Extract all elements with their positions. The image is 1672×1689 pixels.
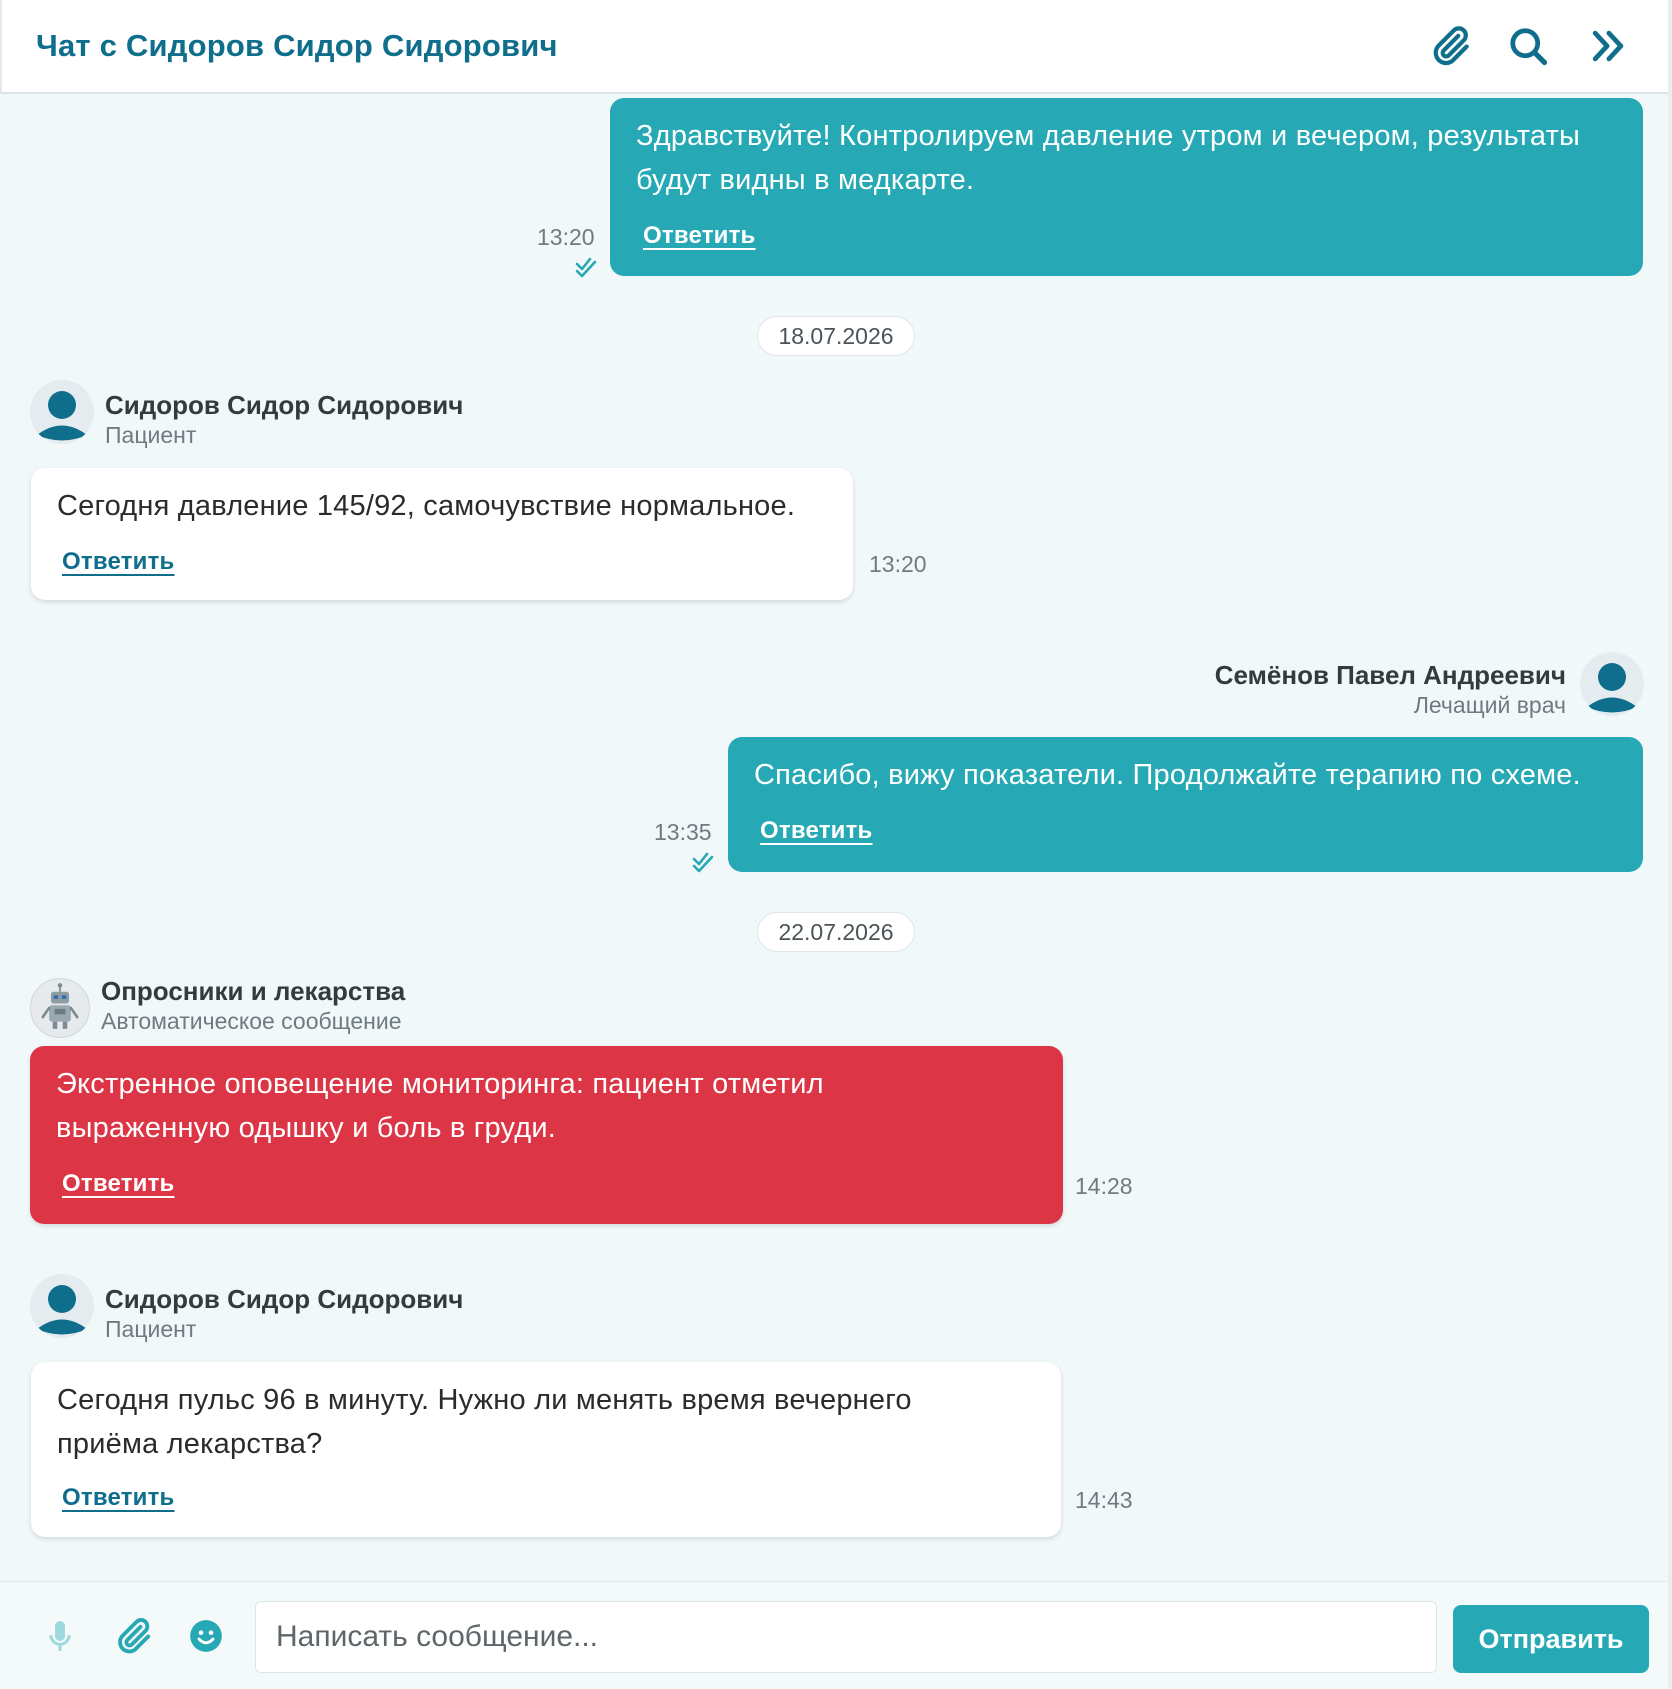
avatar bbox=[1580, 652, 1644, 716]
sender-role: Пациент bbox=[105, 422, 197, 448]
reply-link[interactable]: Ответить bbox=[760, 809, 873, 853]
user-avatar-icon bbox=[37, 391, 87, 441]
message-time: 14:43 bbox=[1075, 1487, 1133, 1513]
message-time: 13:35 bbox=[654, 819, 712, 845]
send-button[interactable]: Отправить bbox=[1453, 1605, 1649, 1673]
sender-name: Семёнов Павел Андреевич bbox=[1214, 660, 1566, 690]
message-list[interactable]: Здравствуйте! Контролируем давление утро… bbox=[0, 94, 1672, 1581]
outgoing-message: Спасибо, вижу показатели. Продолжайте те… bbox=[728, 737, 1643, 872]
sender-name: Сидоров Сидор Сидорович bbox=[105, 390, 464, 420]
message-composer: Отправить bbox=[0, 1581, 1672, 1689]
reply-link[interactable]: Ответить bbox=[643, 214, 756, 258]
avatar bbox=[30, 1274, 94, 1338]
collapse-panel-button[interactable] bbox=[1586, 24, 1630, 68]
emoji-button[interactable] bbox=[186, 1616, 226, 1656]
sender-name: Опросники и лекарства bbox=[101, 976, 406, 1006]
microphone-icon bbox=[49, 1621, 71, 1651]
paperclip-icon bbox=[118, 1618, 151, 1654]
attachments-button[interactable] bbox=[1428, 24, 1472, 68]
message-time: 13:20 bbox=[537, 224, 595, 250]
paperclip-icon bbox=[1433, 26, 1469, 66]
user-avatar-icon bbox=[1587, 663, 1637, 713]
user-avatar-icon bbox=[37, 1285, 87, 1335]
message-text: Сегодня пульс 96 в минуту. Нужно ли меня… bbox=[57, 1384, 912, 1460]
message-text: Спасибо, вижу показатели. Продолжайте те… bbox=[754, 759, 1581, 791]
sender-name: Сидоров Сидор Сидорович bbox=[105, 1284, 464, 1314]
alert-message: Экстренное оповещение мониторинга: пацие… bbox=[30, 1046, 1063, 1224]
chat-title: Чат с Сидоров Сидор Сидорович bbox=[36, 28, 558, 63]
message-text: Здравствуйте! Контролируем давление утро… bbox=[636, 120, 1581, 196]
reply-link[interactable]: Ответить bbox=[62, 1162, 175, 1206]
reply-link[interactable]: Ответить bbox=[62, 1476, 175, 1520]
robot-icon bbox=[41, 983, 79, 1029]
read-receipt-icon bbox=[692, 852, 714, 873]
avatar bbox=[30, 380, 94, 444]
incoming-message: Сегодня давление 145/92, самочувствие но… bbox=[31, 468, 853, 600]
chat-header: Чат с Сидоров Сидор Сидорович bbox=[0, 0, 1672, 94]
sender-role: Пациент bbox=[105, 1316, 197, 1342]
date-separator: 18.07.2026 bbox=[757, 316, 915, 356]
scrollbar-track[interactable] bbox=[1668, 0, 1672, 1688]
outgoing-message: Здравствуйте! Контролируем давление утро… bbox=[610, 98, 1643, 276]
search-icon bbox=[1510, 28, 1548, 66]
chat-panel: Чат с Сидоров Сидор Сидорович Здравствуй… bbox=[0, 0, 1672, 1689]
message-text: Сегодня давление 145/92, самочувствие но… bbox=[57, 490, 796, 522]
reply-link[interactable]: Ответить bbox=[62, 540, 175, 584]
sender-role: Лечащий врач bbox=[1413, 692, 1566, 718]
voice-message-button[interactable] bbox=[40, 1616, 80, 1656]
read-receipt-icon bbox=[575, 257, 597, 278]
message-time: 14:28 bbox=[1075, 1173, 1133, 1199]
sender-role: Автоматическое сообщение bbox=[101, 1008, 402, 1034]
emoji-icon bbox=[190, 1620, 222, 1652]
incoming-message: Сегодня пульс 96 в минуту. Нужно ли меня… bbox=[31, 1362, 1061, 1537]
message-input[interactable] bbox=[255, 1601, 1437, 1673]
attach-file-button[interactable] bbox=[113, 1616, 153, 1656]
search-button[interactable] bbox=[1506, 24, 1550, 68]
message-time: 13:20 bbox=[869, 551, 927, 577]
double-chevron-right-icon bbox=[1592, 30, 1624, 62]
message-text: Экстренное оповещение мониторинга: пацие… bbox=[56, 1068, 824, 1144]
date-separator: 22.07.2026 bbox=[757, 912, 915, 952]
bot-avatar bbox=[30, 978, 90, 1038]
